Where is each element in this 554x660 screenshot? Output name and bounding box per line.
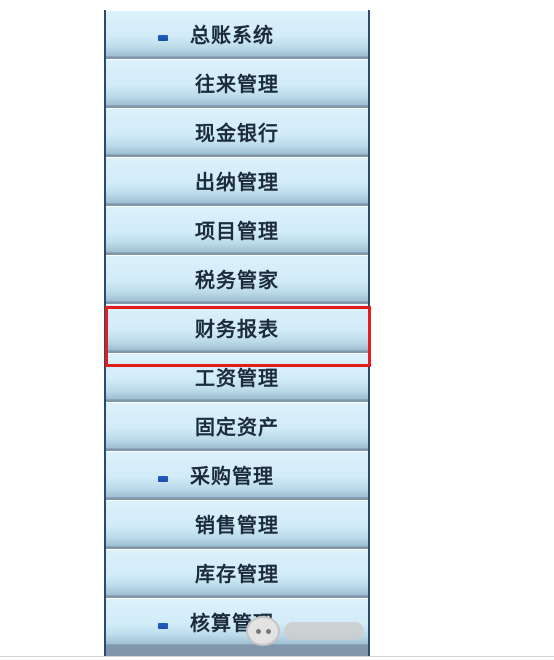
menu-item-label: 财务报表 xyxy=(195,317,279,341)
menu-item-cashier[interactable]: 出纳管理 xyxy=(106,157,368,204)
menu-item-label: 现金银行 xyxy=(195,121,279,145)
menu-item-label: 税务管家 xyxy=(195,268,279,292)
bullet-icon xyxy=(158,35,168,41)
menu-item-label: 采购管理 xyxy=(190,464,274,488)
menu-item-label: 库存管理 xyxy=(195,562,279,586)
menu-item-label: 往来管理 xyxy=(195,72,279,96)
navigation-menu: 总账系统 往来管理 现金银行 出纳管理 项目管理 税务管家 财务报表 工资管理 xyxy=(104,10,370,656)
menu-item-label: 核算管理 xyxy=(190,611,274,635)
bullet-icon xyxy=(158,476,168,482)
menu-item-label: 销售管理 xyxy=(195,513,279,537)
menu-item-inventory[interactable]: 库存管理 xyxy=(106,549,368,596)
menu-item-label: 出纳管理 xyxy=(195,170,279,194)
menu-item-fixed-assets[interactable]: 固定资产 xyxy=(106,402,368,449)
menu-item-label: 工资管理 xyxy=(195,366,279,390)
menu-item-receivables-payables[interactable]: 往来管理 xyxy=(106,59,368,106)
menu-item-label: 固定资产 xyxy=(195,415,279,439)
menu-item-sales[interactable]: 销售管理 xyxy=(106,500,368,547)
menu-group-cost-accounting[interactable]: 核算管理 xyxy=(106,598,368,645)
menu-group-purchasing[interactable]: 采购管理 xyxy=(106,451,368,498)
page: 总账系统 往来管理 现金银行 出纳管理 项目管理 税务管家 财务报表 工资管理 xyxy=(0,0,554,660)
bottom-divider xyxy=(0,656,554,657)
menu-group-general-ledger[interactable]: 总账系统 xyxy=(106,10,368,57)
menu-item-financial-statements[interactable]: 财务报表 xyxy=(106,304,368,351)
bullet-icon xyxy=(158,623,168,629)
menu-item-project-management[interactable]: 项目管理 xyxy=(106,206,368,253)
menu-list: 总账系统 往来管理 现金银行 出纳管理 项目管理 税务管家 财务报表 工资管理 xyxy=(106,10,368,645)
menu-item-cash-bank[interactable]: 现金银行 xyxy=(106,108,368,155)
menu-item-payroll[interactable]: 工资管理 xyxy=(106,353,368,400)
menu-item-label: 项目管理 xyxy=(195,219,279,243)
menu-item-tax-manager[interactable]: 税务管家 xyxy=(106,255,368,302)
menu-item-label: 总账系统 xyxy=(190,23,274,47)
